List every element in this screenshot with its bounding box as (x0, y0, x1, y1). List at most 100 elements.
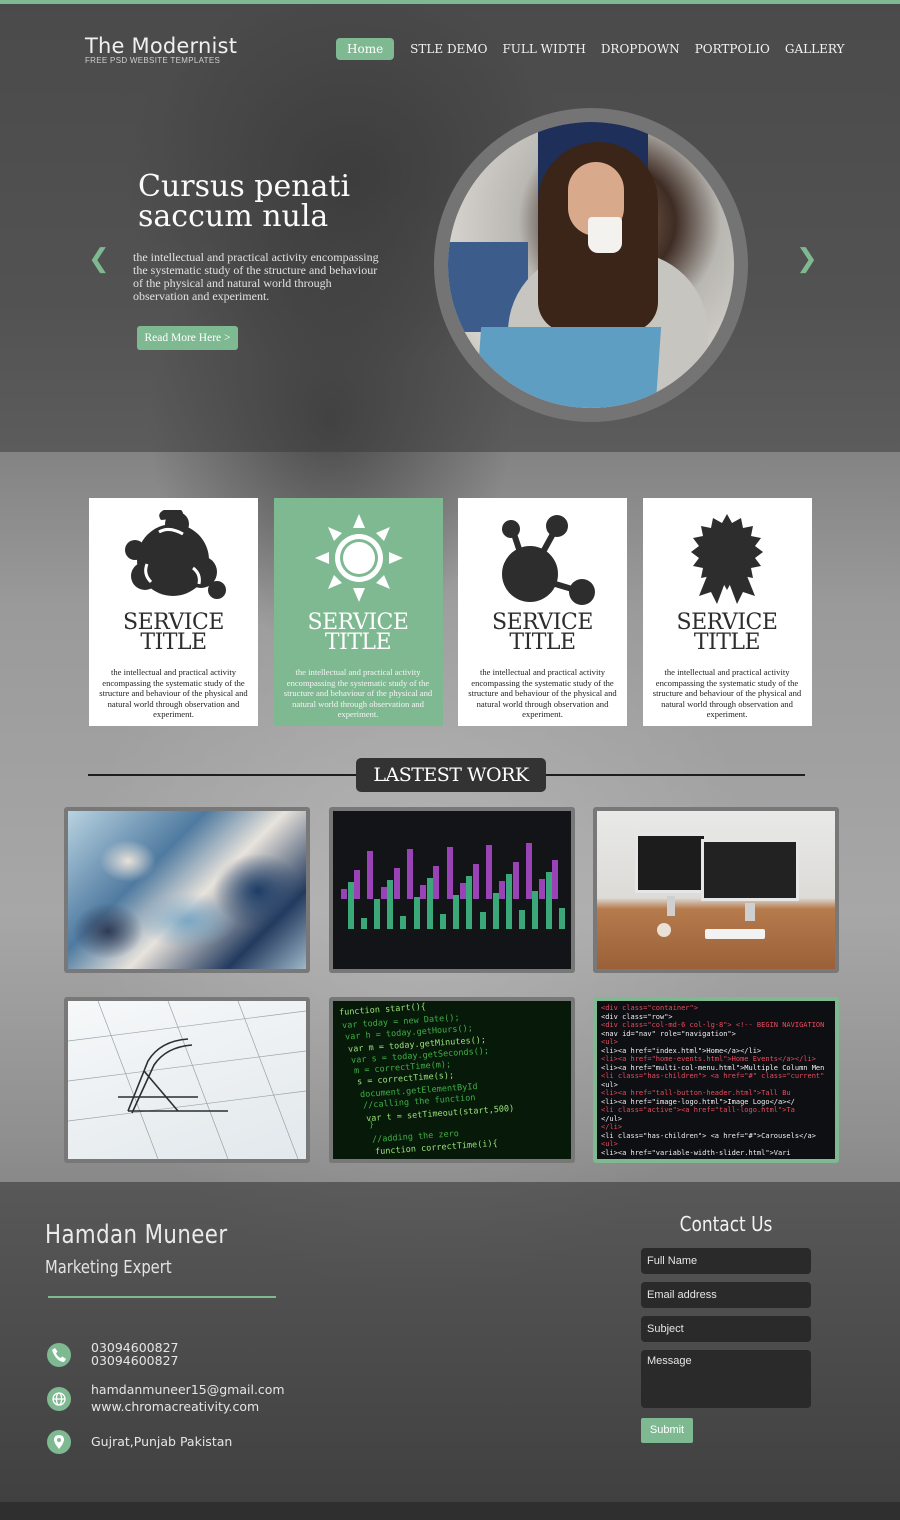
phone-number[interactable]: 03094600827 (91, 1354, 178, 1367)
profile-role: Marketing Expert (45, 1257, 172, 1278)
service-card[interactable]: SERVICE TITLE the intellectual and pract… (642, 498, 812, 726)
code-line: <div class="container"> (601, 1004, 698, 1012)
email-field[interactable] (641, 1282, 811, 1308)
audio-waveform-bar (558, 908, 565, 929)
profile-divider (48, 1296, 276, 1298)
code-line: <ul> (601, 1140, 618, 1148)
read-more-button[interactable]: Read More Here > (137, 326, 238, 350)
hero-section: The Modernist FREE PSD WEBSITE TEMPLATES… (0, 4, 900, 452)
audio-waveform-bar (446, 847, 453, 899)
hero-photo-woman-with-cup (448, 122, 734, 408)
audio-waveform-bar (512, 862, 519, 899)
audio-waveform-bar (532, 891, 539, 929)
html-code-image: <div class="container"> <div class="row"… (597, 1001, 835, 1159)
audio-waveform-bar (347, 882, 354, 929)
service-title: SERVICE TITLE (307, 610, 409, 655)
full-name-field[interactable] (641, 1248, 811, 1274)
hero-title: Cursus penati saccum nula (138, 169, 351, 234)
bottom-bar (0, 1502, 900, 1520)
nav-style-demo[interactable]: STLE DEMO (410, 38, 487, 60)
code-line: <li><a href="multi-col-menu.html">Multip… (601, 1063, 825, 1072)
nav-full-width[interactable]: FULL WIDTH (502, 38, 585, 60)
code-line: <li><a href="tall-button-header.html">Ta… (601, 1089, 791, 1097)
blob-icon (89, 507, 258, 610)
nav-portfolio[interactable]: PORTPOLIO (695, 38, 770, 60)
photo-laptop (474, 327, 662, 408)
code-line: <li><a href="home-events.html">Home Even… (601, 1055, 816, 1063)
service-card[interactable]: SERVICE TITLE the intellectual and pract… (89, 498, 258, 726)
award-ribbon-icon (643, 510, 812, 610)
nav-dropdown[interactable]: DROPDOWN (601, 38, 680, 60)
javascript-code-image: function start(){ var today = new Date()… (333, 1001, 571, 1159)
brand-title: The Modernist (85, 34, 238, 58)
audio-waveform-bar (486, 845, 493, 899)
audio-waveform-bar (393, 868, 400, 899)
service-description: the intellectual and practical activity … (99, 667, 248, 720)
audio-waveform-bar (453, 895, 460, 929)
desk-figurine (657, 923, 671, 937)
audio-waveform-bar (387, 880, 394, 929)
hero-image-frame (434, 108, 748, 422)
brand-logo[interactable]: The Modernist FREE PSD WEBSITE TEMPLATES (85, 34, 237, 65)
code-line: <li class="has-children"> <a href="#">Ca… (601, 1131, 816, 1140)
service-title: SERVICE TITLE (492, 610, 593, 655)
code-line: <li><a href="index.html">Home</a></li> (601, 1046, 762, 1055)
audio-waveform-bar (479, 912, 486, 929)
audio-waveform-bar (519, 910, 526, 929)
service-title: SERVICE TITLE (676, 610, 778, 655)
audio-editor-thumbnail[interactable] (329, 807, 575, 973)
monitor-right (701, 839, 799, 901)
monitor-left (635, 833, 707, 893)
audio-waveform-bar (552, 860, 559, 899)
code-line: <ul> (601, 1038, 618, 1046)
email-address[interactable]: hamdanmuneer15@gmail.com (91, 1383, 285, 1396)
audio-waveform-bar (400, 916, 407, 929)
service-title: SERVICE TITLE (123, 610, 224, 655)
fluid-art-thumbnail[interactable] (64, 807, 310, 973)
main-navigation: Home STLE DEMO FULL WIDTH DROPDOWN PORTP… (336, 38, 859, 60)
audio-waveform-bar (380, 887, 387, 899)
nav-home[interactable]: Home (336, 38, 395, 60)
chevron-right-icon[interactable]: ❯ (796, 244, 818, 274)
code-line: <li class="has-children"> <a href="#" cl… (601, 1072, 825, 1080)
phone-icon (47, 1343, 71, 1367)
audio-waveform-bar (492, 893, 499, 929)
submit-button[interactable]: Submit (641, 1418, 693, 1443)
audio-waveform-bar (354, 870, 361, 899)
audio-waveform-bar (545, 872, 552, 929)
audio-waveform-bar (426, 878, 433, 929)
chevron-left-icon[interactable]: ❮ (88, 244, 110, 274)
audio-waveform-bar (367, 851, 374, 899)
audio-waveform-bar (473, 864, 479, 899)
desk-computers-image (597, 811, 835, 969)
fluid-art-image (68, 811, 306, 969)
code-line: </li> (601, 1123, 623, 1131)
latest-work-heading: LASTEST WORK (356, 758, 546, 792)
service-card[interactable]: SERVICE TITLE the intellectual and pract… (458, 498, 627, 726)
audio-waveform-bar (499, 881, 506, 899)
photo-cup (588, 217, 622, 253)
nav-gallery[interactable]: GALLERY (785, 38, 845, 60)
molecule-icon (458, 510, 627, 610)
location-pin-icon (47, 1430, 71, 1454)
code-line: } (368, 1119, 375, 1131)
service-card[interactable]: SERVICE TITLE the intellectual and pract… (273, 498, 443, 726)
profile-name: Hamdan Muneer (45, 1220, 228, 1250)
globe-icon (47, 1387, 71, 1411)
architecture-sketch-thumbnail[interactable] (64, 997, 310, 1163)
sun-icon (274, 510, 443, 610)
code-line: </ul> (601, 1114, 623, 1123)
audio-waveform-bar (407, 849, 413, 899)
subject-field[interactable] (641, 1316, 811, 1342)
message-field[interactable] (641, 1350, 811, 1408)
html-code-thumbnail[interactable]: <div class="container"> <div class="row"… (593, 997, 839, 1163)
service-description: the intellectual and practical activity … (283, 667, 433, 720)
audio-waveform-bar (440, 914, 446, 929)
website-link[interactable]: www.chromacreativity.com (91, 1400, 259, 1413)
code-line: <li class="active"><a href="tall-logo.ht… (601, 1106, 795, 1114)
audio-waveform-bar (360, 918, 367, 929)
audio-waveform-bar (433, 866, 440, 899)
audio-waveform-bar (459, 883, 466, 899)
javascript-code-thumbnail[interactable]: function start(){ var today = new Date()… (329, 997, 575, 1163)
desk-computers-thumbnail[interactable] (593, 807, 839, 973)
